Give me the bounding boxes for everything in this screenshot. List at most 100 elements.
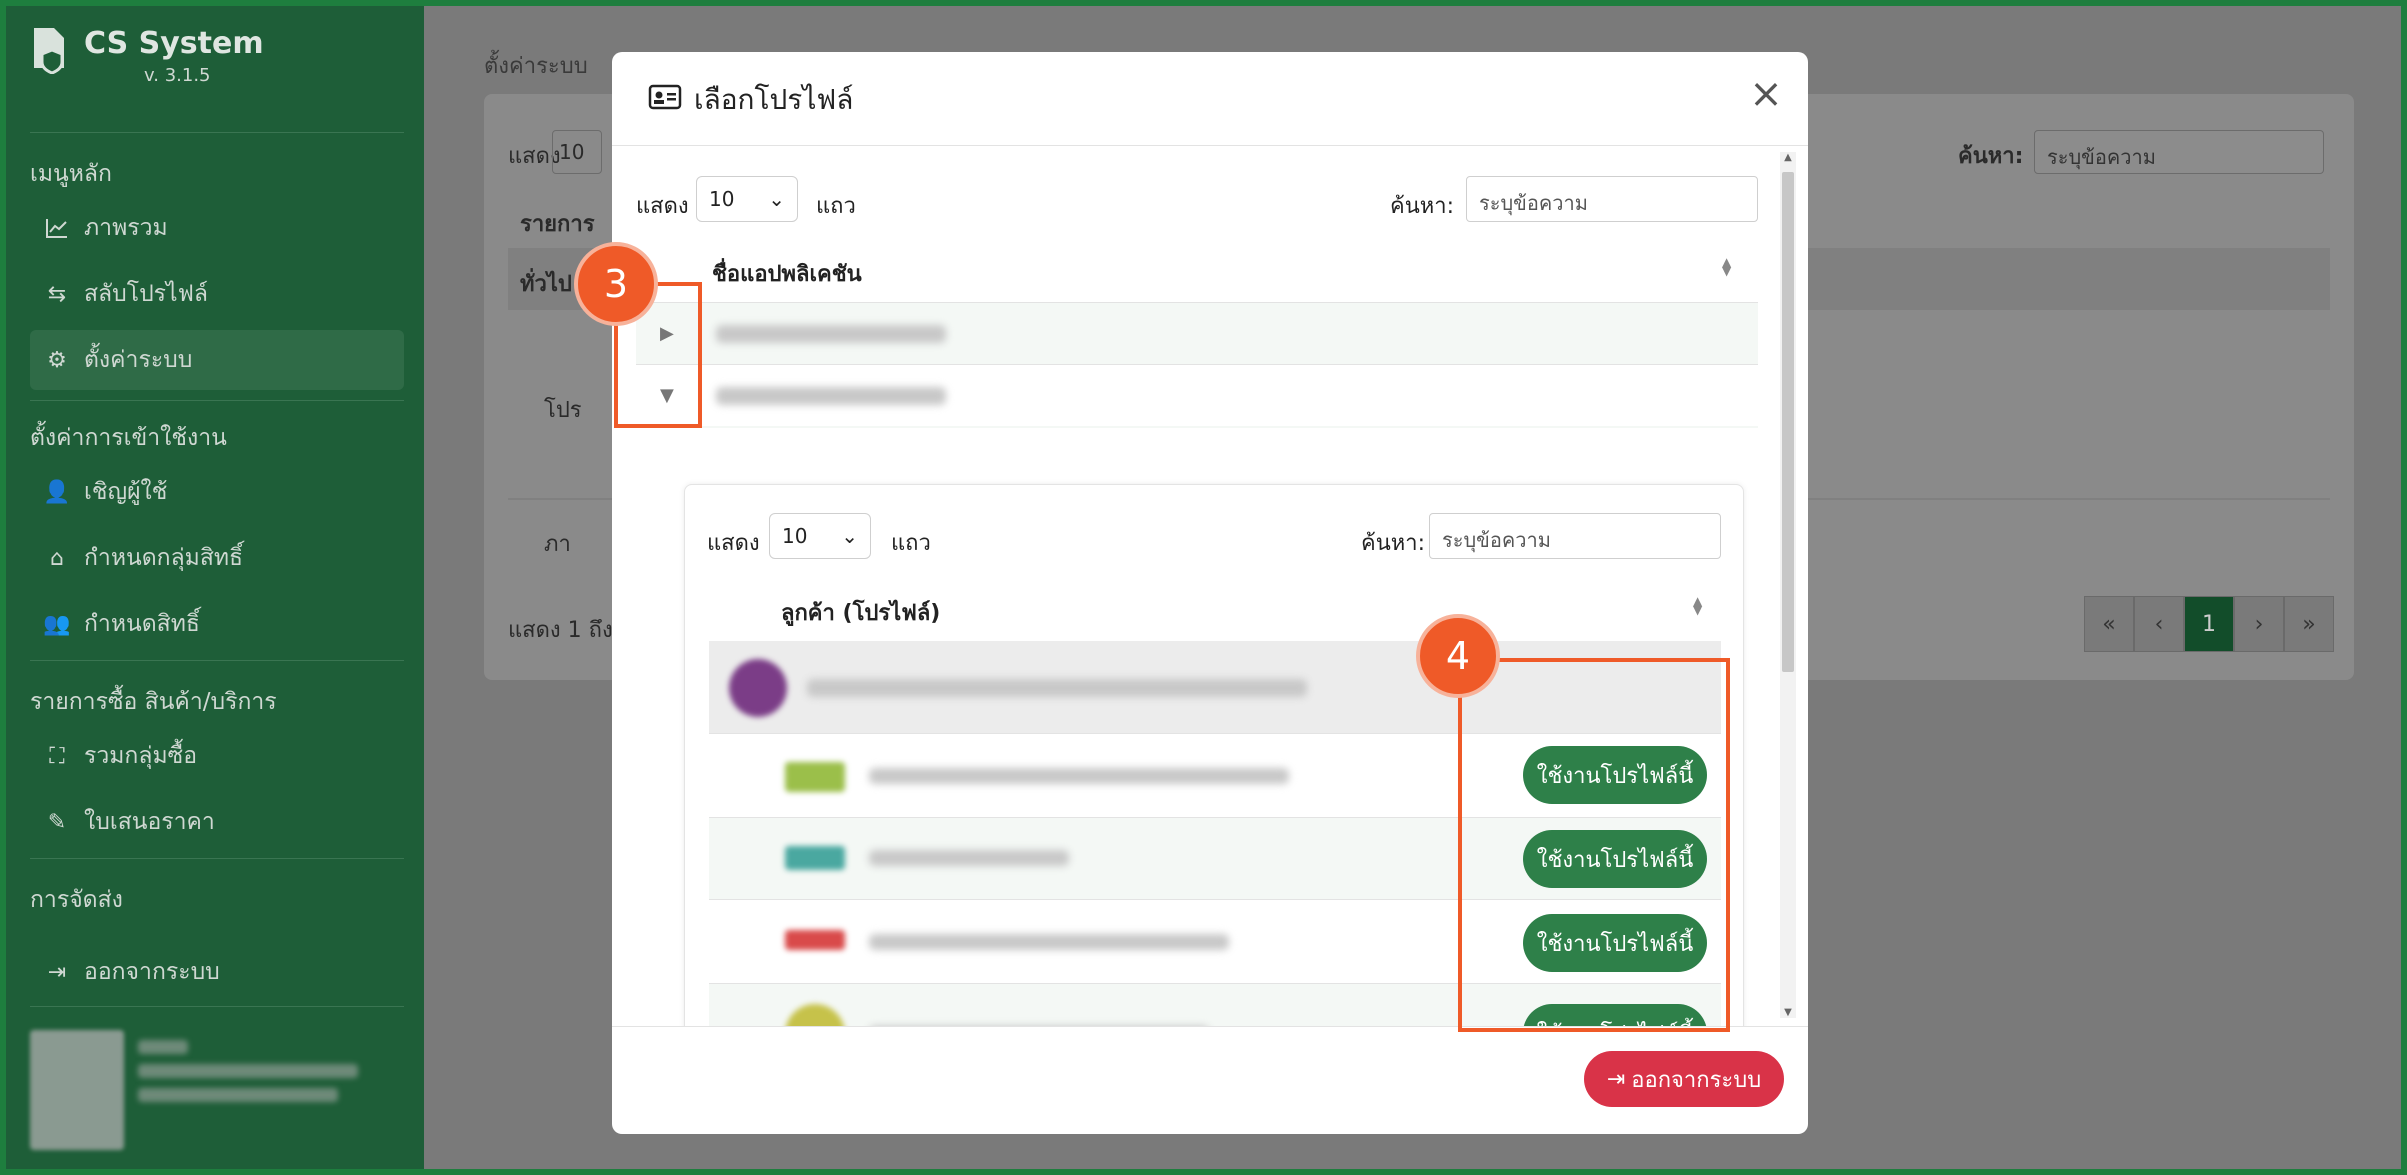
redacted-text [716, 325, 946, 343]
search-label: ค้นหา: [1958, 144, 2024, 169]
redacted-text [869, 850, 1069, 866]
sidebar-item-label: สลับโปรไฟล์ [84, 281, 208, 307]
page-prev[interactable]: ‹ [2134, 596, 2184, 652]
redacted-text [869, 934, 1229, 950]
divider [30, 132, 404, 133]
search-label: ค้นหา: [1361, 531, 1426, 556]
menu-heading-access: ตั้งค่าการเข้าใช้งาน [30, 425, 227, 451]
search-input[interactable]: ระบุข้อความ [1466, 176, 1758, 222]
page-size-select[interactable]: 10 ⌄ [769, 513, 871, 559]
app-version: v. 3.1.5 [144, 65, 211, 86]
company-logo [729, 659, 787, 717]
chart-line-icon [44, 215, 70, 241]
column-customer: ลูกค้า (โปรไฟล์) [781, 601, 941, 626]
shield-file-icon [30, 26, 70, 75]
users-group-icon: ⌂ [50, 545, 64, 571]
user-plus-icon: 👤 [43, 479, 71, 505]
user-profile [30, 1030, 358, 1150]
sidebar-item-quotation[interactable]: ✎ ใบเสนอราคา [30, 792, 404, 852]
scroll-up-icon[interactable]: ▲ [1780, 152, 1796, 163]
page-first[interactable]: « [2084, 596, 2134, 652]
highlight-use-buttons [1458, 658, 1730, 1032]
sidebar-item-invite-user[interactable]: 👤 เชิญผู้ใช้ [30, 462, 404, 522]
divider [30, 858, 404, 859]
sidebar-item-logout[interactable]: ⇥ ออกจากระบบ [30, 942, 404, 1002]
search-label: ค้นหา: [1390, 194, 1455, 219]
breadcrumb: ตั้งค่าระบบ [484, 54, 588, 79]
rows-label: แถว [816, 194, 856, 219]
avatar [30, 1030, 124, 1150]
search-input[interactable]: ระบุข้อความ [1429, 513, 1721, 559]
menu-heading-main: เมนูหลัก [30, 161, 112, 187]
table-info: แสดง 1 ถึง [508, 618, 613, 643]
step-callout-3: 3 [574, 242, 658, 326]
page-size-value: 10 [709, 187, 735, 211]
logout-icon: ⇥ [47, 959, 67, 985]
page-size-select[interactable]: 10 ⌄ [696, 176, 798, 222]
page-current[interactable]: 1 [2184, 596, 2234, 652]
column-header: รายการ [520, 212, 595, 237]
page-size-value: 10 [782, 524, 808, 548]
pagination: « ‹ 1 › » [2084, 596, 2334, 652]
gear-icon: ⚙ [47, 347, 67, 373]
menu-heading-shipping: การจัดส่ง [30, 887, 123, 913]
logout-button[interactable]: ⇥ ออกจากระบบ [1584, 1051, 1784, 1107]
chevron-down-icon: ⌄ [768, 187, 785, 211]
sidebar-item-switch-profile[interactable]: ⇆ สลับโปรไฟล์ [30, 264, 404, 324]
redacted-text [869, 768, 1289, 784]
close-icon[interactable]: × [1746, 74, 1786, 114]
chevron-down-icon: ⌄ [841, 524, 858, 548]
sidebar-item-label: ตั้งค่าระบบ [84, 347, 193, 373]
company-logo [785, 930, 845, 950]
sidebar-item-label: ใบเสนอราคา [84, 809, 215, 835]
page-size-select[interactable]: 10 [552, 130, 602, 174]
sidebar-item-label: ออกจากระบบ [84, 959, 220, 985]
scrollbar[interactable]: ▲ ▼ [1780, 152, 1796, 1018]
row-label: ทั่วไป [520, 272, 572, 297]
table-row[interactable]: ▼ [636, 364, 1758, 426]
sidebar-item-group-buy[interactable]: ⛶ รวมกลุ่มซื้อ [30, 726, 404, 786]
company-logo [785, 1004, 845, 1026]
page-next[interactable]: › [2234, 596, 2284, 652]
group-icon: ⛶ [49, 743, 65, 769]
modal-title: เลือกโปรไฟล์ [648, 78, 853, 122]
scroll-thumb[interactable] [1782, 172, 1794, 672]
sidebar-item-label: ภาพรวม [84, 215, 168, 241]
column-app-name: ชื่อแอปพลิเคชัน [712, 262, 862, 287]
redacted-text [807, 679, 1307, 697]
divider [30, 1006, 404, 1007]
id-card-icon [648, 84, 682, 117]
sidebar-item-label: กำหนดสิทธิ์ [84, 611, 200, 637]
menu-heading-purchase: รายการซื้อ สินค้า/บริการ [30, 689, 277, 715]
sidebar-item-label: กำหนดกลุ่มสิทธิ์ [84, 545, 244, 571]
sort-icon[interactable]: ▲ ▼ [1693, 595, 1702, 616]
modal-footer: ⇥ ออกจากระบบ [612, 1026, 1808, 1134]
company-logo [785, 762, 845, 792]
rows-label: แถว [891, 531, 931, 556]
logout-button-label: ออกจากระบบ [1631, 1066, 1762, 1092]
sidebar-item-label: เชิญผู้ใช้ [84, 479, 168, 505]
user-info-redacted [138, 1030, 358, 1150]
divider [30, 660, 404, 661]
show-label: แสดง [707, 531, 760, 556]
file-edit-icon: ✎ [47, 809, 67, 835]
search-input[interactable]: ระบุข้อความ [2034, 130, 2324, 174]
sidebar-item-role-groups[interactable]: ⌂ กำหนดกลุ่มสิทธิ์ [30, 528, 404, 588]
sidebar-item-permissions[interactable]: 👥 กำหนดสิทธิ์ [30, 594, 404, 654]
scroll-down-icon[interactable]: ▼ [1780, 1007, 1796, 1018]
show-label: แสดง [636, 194, 689, 219]
row-label: ภา [544, 532, 571, 557]
app-name: CS System [84, 26, 264, 61]
page-last[interactable]: » [2284, 596, 2334, 652]
sidebar-item-label: รวมกลุ่มซื้อ [84, 743, 198, 769]
divider [636, 426, 1758, 428]
sort-icon[interactable]: ▲ ▼ [1722, 256, 1731, 277]
swap-icon: ⇆ [47, 281, 67, 307]
sidebar-item-overview[interactable]: ภาพรวม [30, 198, 404, 258]
sidebar-item-settings[interactable]: ⚙ ตั้งค่าระบบ [30, 330, 404, 390]
logout-icon: ⇥ [1606, 1066, 1626, 1091]
table-row[interactable]: ▶ [636, 302, 1758, 364]
redacted-text [716, 387, 946, 405]
company-logo [785, 846, 845, 870]
divider [30, 400, 404, 401]
